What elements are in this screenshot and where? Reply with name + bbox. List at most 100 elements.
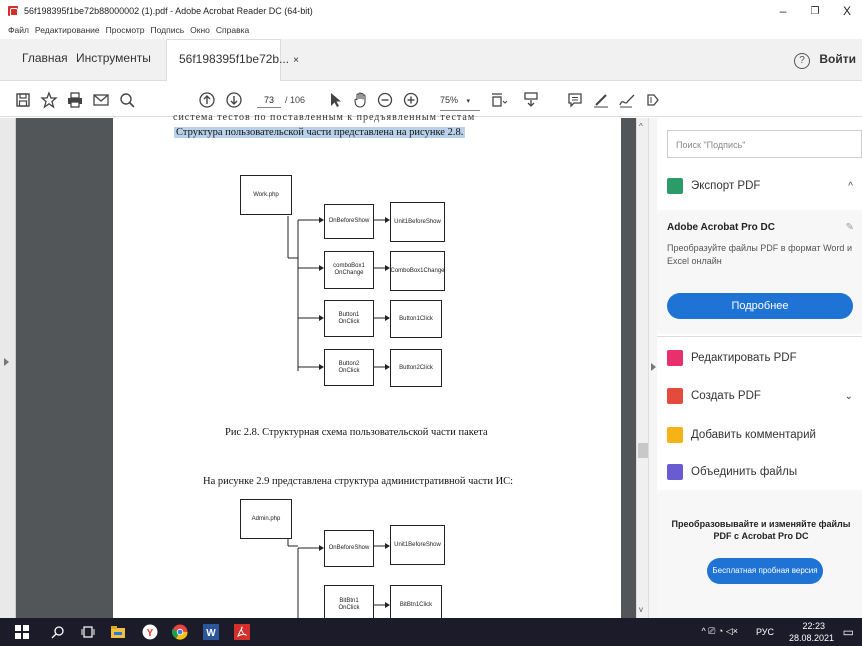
diagram1-event-3: Button1 OnClick (324, 300, 374, 337)
pdf-page: система тестов по поставленным к предъяв… (113, 112, 621, 625)
sign-icon[interactable] (618, 90, 636, 110)
menu-window[interactable]: Окно (190, 25, 210, 35)
menu-bar: Файл Редактирование Просмотр Подпись Окн… (0, 22, 862, 37)
export-pdf-item[interactable]: Экспорт PDF ^ (667, 178, 857, 194)
clock-date[interactable]: 28.08.2021 (789, 633, 834, 643)
share-icon[interactable] (644, 90, 662, 110)
zoom-select[interactable]: 75% ▾ (440, 92, 480, 111)
combine-files-label: Объединить файлы (691, 466, 798, 478)
menu-view[interactable]: Просмотр (106, 25, 145, 35)
diagram1-handler-2: ComboBox1Change (390, 251, 445, 291)
zoom-in-icon[interactable] (402, 90, 420, 110)
tray-icons[interactable]: ^ ⎚ ◔ ◁× (701, 626, 738, 637)
menu-file[interactable]: Файл (8, 25, 29, 35)
diagram2-handler-1: Unit1BeforeShow (390, 525, 445, 565)
add-comment-item[interactable]: Добавить комментарий (667, 427, 857, 443)
promo-title: Adobe Acrobat Pro DC (667, 222, 775, 233)
search-icon[interactable] (118, 90, 136, 110)
bookmark-star-icon[interactable] (40, 90, 58, 110)
clock-time[interactable]: 22:23 (802, 621, 825, 631)
left-panel-toggle[interactable] (0, 118, 16, 618)
scroll-down-icon[interactable]: v (639, 605, 643, 614)
login-button[interactable]: Войти (819, 52, 856, 66)
document-scrollbar[interactable]: ^ v (636, 118, 648, 618)
create-pdf-icon (667, 388, 683, 404)
tab-document[interactable]: 56f198395f1be72b... × (166, 39, 299, 81)
diagram1-event-1: OnBeforeShow (324, 204, 374, 239)
diagram1-handler-1: Unit1BeforeShow (390, 202, 445, 242)
minimize-icon[interactable]: – (768, 0, 798, 22)
yandex-browser-icon[interactable]: Y (142, 624, 158, 640)
tab-tools[interactable]: Инструменты (76, 51, 151, 65)
tab-home[interactable]: Главная (22, 51, 68, 65)
diagram2-event-1: OnBeforeShow (324, 530, 374, 567)
comment-icon[interactable] (566, 90, 584, 110)
page-text-intro2: На рисунке 2.9 представлена структура ад… (203, 476, 514, 487)
windows-start-icon[interactable] (14, 624, 30, 640)
promo-description: Преобразуйте файлы PDF в формат Word и E… (667, 243, 852, 266)
diagram1-root: Work.php (240, 175, 292, 215)
export-pdf-icon (667, 178, 683, 194)
page-total: / 106 (285, 95, 306, 105)
free-trial-button[interactable]: Бесплатная пробная версия (707, 558, 823, 584)
right-panel-toggle[interactable] (648, 118, 657, 618)
page-up-icon[interactable] (198, 90, 216, 110)
close-icon[interactable]: X (832, 0, 862, 22)
page-down-icon[interactable] (225, 90, 243, 110)
notifications-icon[interactable]: ▭ (843, 625, 854, 639)
taskbar: Y W ^ ⎚ ◔ ◁× РУС 22:23 28.08.2021 ▭ (0, 618, 862, 646)
combine-files-item[interactable]: Объединить файлы (667, 464, 857, 480)
menu-sign[interactable]: Подпись (151, 25, 185, 35)
edit-pdf-icon (667, 350, 683, 366)
diagram1-handler-3: Button1Click (390, 300, 442, 338)
panel-search-input[interactable]: Поиск "Подпись" (667, 130, 862, 158)
edit-pdf-label: Редактировать PDF (691, 352, 797, 364)
acrobat-taskbar-icon[interactable] (234, 624, 250, 640)
search-icon[interactable] (50, 624, 66, 640)
more-button[interactable]: Подробнее (667, 293, 853, 319)
task-view-icon[interactable] (80, 624, 96, 640)
menu-help[interactable]: Справка (216, 25, 249, 35)
save-icon[interactable] (14, 90, 32, 110)
highlight-pen-icon[interactable] (592, 90, 610, 110)
create-pdf-item[interactable]: Создать PDF ⌄ (667, 388, 857, 404)
email-icon[interactable] (92, 90, 110, 110)
panel-divider (657, 336, 862, 337)
file-explorer-icon[interactable] (110, 624, 126, 640)
expand-left-icon (4, 358, 9, 366)
pencil-icon: ✎ (845, 222, 854, 233)
add-comment-label: Добавить комментарий (691, 429, 816, 441)
diagram2-root: Admin.php (240, 499, 292, 539)
svg-text:Y: Y (147, 628, 154, 639)
zoom-out-icon[interactable] (376, 90, 394, 110)
collapse-panel-icon (651, 363, 656, 371)
print-icon[interactable] (66, 90, 84, 110)
diagram1-event-4: Button2 OnClick (324, 349, 374, 386)
edit-pdf-item[interactable]: Редактировать PDF (667, 350, 857, 366)
help-icon[interactable]: ? (794, 53, 810, 69)
scroll-up-icon[interactable]: ^ (639, 122, 643, 131)
comment-icon (667, 427, 683, 443)
restore-icon[interactable]: ❐ (800, 0, 830, 22)
select-cursor-icon[interactable] (326, 90, 344, 110)
combine-files-icon (667, 464, 683, 480)
acrobat-app-icon (8, 6, 18, 16)
tools-panel: Поиск "Подпись" Экспорт PDF ^ Adobe Acro… (657, 118, 862, 618)
create-pdf-label: Создать PDF (691, 390, 761, 402)
word-icon[interactable]: W (203, 624, 219, 640)
language-indicator[interactable]: РУС (756, 627, 774, 637)
zoom-value: 75% (440, 95, 459, 105)
diagram1-handler-4: Button2Click (390, 349, 442, 387)
figure-caption: Рис 2.8. Структурная схема пользовательс… (225, 427, 488, 438)
chevron-up-icon: ^ (848, 180, 853, 192)
tab-bar: Главная Инструменты 56f198395f1be72b... ×… (0, 39, 862, 81)
tab-close-icon[interactable]: × (293, 55, 299, 66)
fit-page-icon[interactable] (490, 90, 508, 110)
page-number-input[interactable]: 73 (257, 92, 281, 108)
scrollbar-thumb[interactable] (638, 443, 648, 458)
scroll-mode-icon[interactable] (522, 90, 540, 110)
bottom-promo: Преобразовывайте и изменяйте файлы PDF с… (657, 490, 862, 618)
hand-tool-icon[interactable] (352, 90, 370, 110)
menu-edit[interactable]: Редактирование (35, 25, 100, 35)
chrome-icon[interactable] (172, 624, 188, 640)
